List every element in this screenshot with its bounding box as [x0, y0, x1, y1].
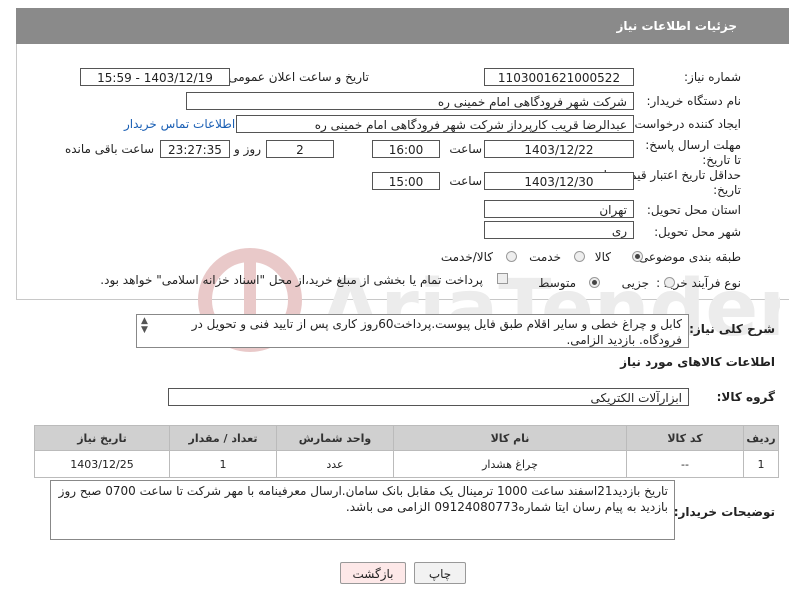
row-unit: عدد	[276, 450, 394, 478]
category-goods-label: کالا	[594, 250, 611, 264]
buyer-org-label: نام دستگاه خریدار:	[646, 94, 742, 108]
buyer-notes-label: توضیحات خریدار:	[673, 505, 775, 519]
announce-label: تاریخ و ساعت اعلان عمومی:	[224, 70, 369, 84]
deadline-time-field: 16:00	[372, 140, 440, 158]
table-row: 1 -- چراغ هشدار عدد 1 1403/12/25	[34, 450, 779, 478]
print-button[interactable]: چاپ	[414, 562, 466, 584]
days-label: روز و	[234, 142, 261, 156]
validity-time-field: 15:00	[372, 172, 440, 190]
category-service-label: خدمت	[529, 250, 561, 264]
buyer-org-field: شرکت شهر فرودگاهی امام خمینی ره	[186, 92, 634, 110]
days-field: 2	[266, 140, 334, 158]
province-field: تهران	[484, 200, 634, 218]
col-qty: تعداد / مقدار	[169, 425, 277, 451]
city-label: شهر محل تحویل:	[654, 225, 741, 239]
process-minor-label: جزیی	[621, 276, 649, 290]
buyer-contact-link[interactable]: اطلاعات تماس خریدار	[124, 117, 235, 131]
buyer-notes-textarea[interactable]: تاریخ بازدید21اسفند ساعت 1000 ترمینال یک…	[50, 480, 675, 540]
city-field: ری	[484, 221, 634, 239]
process-medium-radio[interactable]	[589, 277, 600, 288]
validity-time-label: ساعت	[449, 174, 482, 188]
summary-label: شرح کلی نیاز:	[689, 322, 775, 336]
treasury-payment-note: پرداخت تمام یا بخشی از مبلغ خرید،از محل …	[100, 273, 483, 287]
row-date: 1403/12/25	[34, 450, 170, 478]
treasury-payment-checkbox[interactable]	[497, 273, 508, 284]
page-title: جزئیات اطلاعات نیاز	[616, 19, 737, 33]
announce-field: 1403/12/19 - 15:59	[80, 68, 230, 86]
creator-field: عبدالرضا قریب کارپرداز شرکت شهر فرودگاهی…	[236, 115, 634, 133]
col-unit: واحد شمارش	[276, 425, 394, 451]
category-label: طبقه بندی موضوعی:	[634, 250, 741, 264]
deadline-date-field: 1403/12/22	[484, 140, 634, 158]
col-row: ردیف	[743, 425, 779, 451]
province-label: استان محل تحویل:	[646, 203, 741, 217]
goods-group-field: ابزارآلات الکتریکی	[168, 388, 689, 406]
col-code: کد کالا	[626, 425, 744, 451]
category-service-radio[interactable]	[574, 251, 585, 262]
remaining-time-field: 23:27:35	[160, 140, 230, 158]
need-number-label: شماره نیاز:	[684, 70, 741, 84]
deadline-time-label: ساعت	[449, 142, 482, 156]
category-goods-service-radio[interactable]	[506, 251, 517, 262]
deadline-label: مهلت ارسال پاسخ: تا تاریخ:	[645, 138, 741, 167]
panel-header: جزئیات اطلاعات نیاز	[16, 8, 789, 44]
category-goods-radio[interactable]	[632, 251, 643, 262]
remaining-label: ساعت باقی مانده	[64, 142, 154, 156]
summary-textarea[interactable]: کابل و چراغ خطی و سایر اقلام طبق فایل پی…	[136, 314, 689, 348]
process-medium-label: متوسط	[538, 276, 576, 290]
validity-date-field: 1403/12/30	[484, 172, 634, 190]
row-index: 1	[743, 450, 779, 478]
summary-scroll-icon[interactable]: ▲ ▼	[141, 317, 148, 335]
need-number-field: 1103001621000522	[484, 68, 634, 86]
back-button[interactable]: بازگشت	[340, 562, 406, 584]
col-date: تاریخ نیاز	[34, 425, 170, 451]
goods-table: ردیف کد کالا نام کالا واحد شمارش تعداد /…	[34, 425, 779, 478]
col-name: نام کالا	[393, 425, 627, 451]
process-minor-radio[interactable]	[664, 277, 675, 288]
goods-section-title: اطلاعات کالاهای مورد نیاز	[620, 355, 775, 369]
creator-label: ایجاد کننده درخواست:	[630, 117, 741, 131]
category-goods-service-label: کالا/خدمت	[440, 250, 493, 264]
row-qty: 1	[169, 450, 277, 478]
row-code: --	[626, 450, 744, 478]
goods-group-label: گروه کالا:	[716, 390, 775, 404]
row-name: چراغ هشدار	[393, 450, 627, 478]
